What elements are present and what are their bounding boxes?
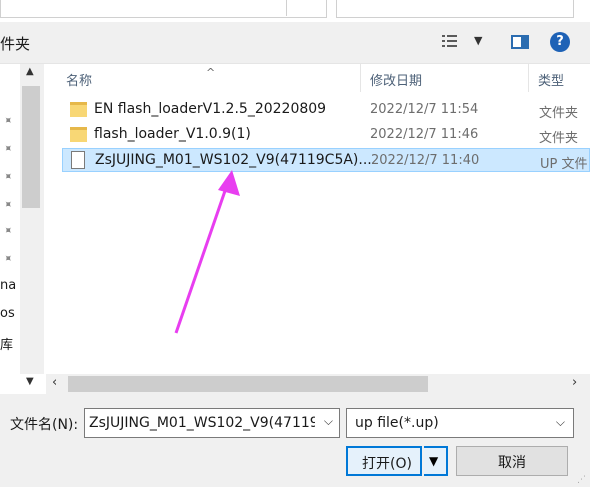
folder-icon [70,127,87,142]
file-type: 文件夹 [539,131,579,146]
filename-combobox[interactable]: ⌵ [84,408,340,438]
preview-pane-icon[interactable] [511,35,529,49]
file-date: 2022/12/7 11:40 [371,153,480,168]
horizontal-scrollbar[interactable]: ‹ › [46,374,590,394]
help-icon[interactable]: ? [550,32,570,52]
cancel-button-label: 取消 [498,455,526,471]
column-header-name[interactable]: 名称 [66,70,92,89]
nav-item[interactable]: os [0,306,15,321]
dropdown-arrow-icon: ▼ [429,454,439,468]
file-date: 2022/12/7 11:54 [370,102,479,117]
column-header-date[interactable]: 修改日期 [370,70,422,89]
file-name: flash_loader_V1.0.9(1) [94,126,251,142]
column-divider[interactable] [528,64,529,92]
folder-icon [70,102,87,117]
details-view-icon[interactable] [442,35,458,49]
view-dropdown-icon[interactable]: ▼ [474,34,482,47]
filename-label: 文件名(N): [10,417,79,433]
chevron-down-icon[interactable]: ⌵ [556,415,565,430]
cancel-button[interactable]: 取消 [456,446,568,476]
new-folder-button[interactable]: 件夹 [0,33,30,54]
pin-icon: ✦ [0,222,17,239]
scroll-right-icon[interactable]: › [572,375,577,390]
column-divider[interactable] [360,64,361,92]
open-dropdown-button[interactable]: ▼ [424,446,448,476]
sort-indicator-icon: ^ [206,66,216,79]
resize-grip-icon[interactable]: ⋰ [577,475,586,485]
address-bar[interactable] [0,0,327,18]
filetype-value: up file(*.up) [355,415,439,431]
pin-icon: ✦ [0,196,17,213]
nav-scrollbar-thumb[interactable] [22,86,40,208]
column-header-type[interactable]: 类型 [538,70,564,89]
horizontal-scrollbar-thumb[interactable] [68,376,428,392]
scroll-down-icon[interactable]: ▼ [26,376,34,387]
scroll-left-icon[interactable]: ‹ [52,375,57,390]
file-type: UP 文件 [540,157,588,172]
file-type: 文件夹 [539,106,579,121]
address-bar-area [0,0,590,22]
scroll-up-icon[interactable]: ▲ [26,66,34,77]
pin-icon: ✦ [0,250,17,267]
pin-icon: ✦ [0,168,17,185]
pin-icon: ✦ [0,112,17,129]
open-button[interactable]: 打开(O) [346,446,422,476]
address-separator [286,0,287,16]
chevron-down-icon[interactable]: ⌵ [324,414,333,429]
file-row[interactable]: flash_loader_V1.0.9(1) 2022/12/7 11:46 文… [62,123,590,147]
filename-input[interactable] [89,413,315,433]
nav-item[interactable]: 库 [0,334,13,353]
search-box[interactable] [336,0,574,18]
file-row-selected[interactable]: ZsJUJING_M01_WS102_V9(47119C5A)... 2022/… [62,148,590,172]
file-icon [71,151,85,169]
file-name: EN flash_loaderV1.2.5_20220809 [94,101,327,117]
filetype-select[interactable]: up file(*.up) ⌵ [346,408,574,438]
pin-icon: ✦ [0,140,17,157]
navigation-pane[interactable]: ✦ ✦ ✦ ✦ ✦ ✦ na os 库 ▲ ▼ [0,64,46,387]
file-name: ZsJUJING_M01_WS102_V9(47119C5A)... [95,152,372,168]
dialog-footer: 文件名(N): ⌵ up file(*.up) ⌵ 打开(O) ▼ 取消 ⋰ [0,394,590,487]
file-date: 2022/12/7 11:46 [370,127,479,142]
file-list: ^ 名称 修改日期 类型 EN flash_loaderV1.2.5_20220… [56,64,590,374]
toolbar: 件夹 ▼ ? [0,22,590,64]
file-row[interactable]: EN flash_loaderV1.2.5_20220809 2022/12/7… [62,98,590,122]
open-button-label: 打开(O) [362,456,412,472]
nav-item[interactable]: na [0,278,16,293]
